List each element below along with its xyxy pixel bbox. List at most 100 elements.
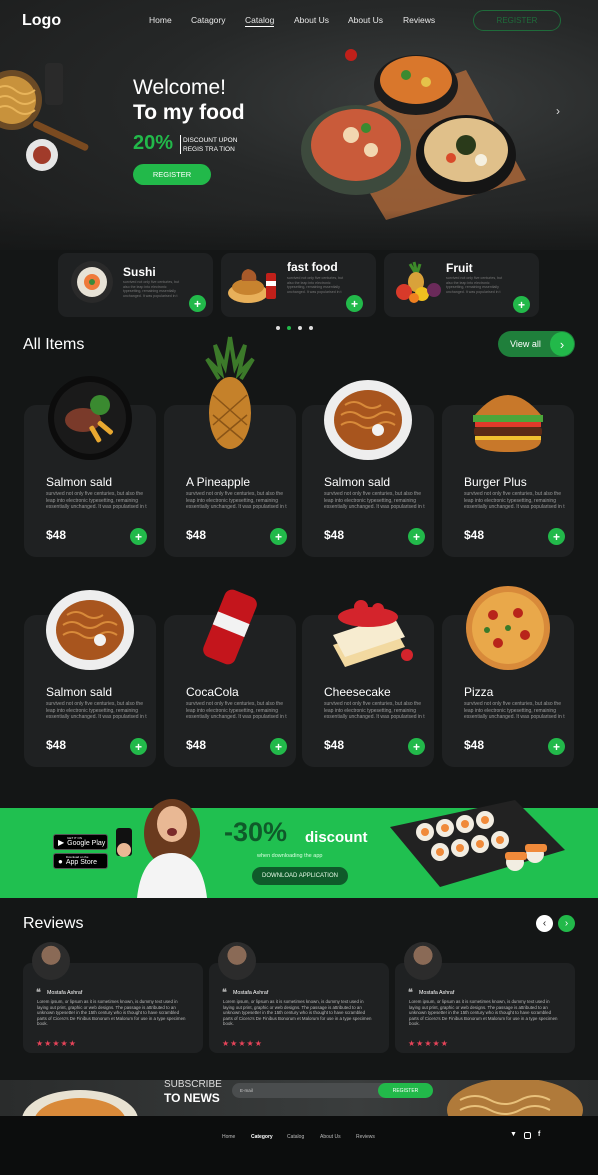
nav-home[interactable]: Home — [149, 15, 172, 25]
google-play-icon: ▶ — [58, 837, 65, 847]
hero-divider — [180, 135, 181, 154]
item-image — [466, 586, 550, 670]
item-desc: survived not only five centuries, but al… — [324, 701, 425, 721]
reviews-next-button[interactable]: › — [558, 915, 575, 932]
avatar — [32, 942, 70, 980]
item-name: Pizza — [464, 685, 494, 699]
add-to-cart-button[interactable]: + — [270, 738, 287, 755]
item-desc: survived not only five centuries, but al… — [464, 701, 565, 721]
newsletter-subscribe: SUBSCRIBE — [164, 1079, 222, 1090]
item-name: Cheesecake — [324, 685, 391, 699]
hero-percent: 20% — [133, 132, 174, 154]
reviewer-name: Mostafa Ashraf — [47, 990, 83, 996]
footer — [0, 1116, 598, 1175]
newsletter-to-news: TO NEWS — [164, 1091, 220, 1105]
carousel-dot-active[interactable] — [287, 326, 291, 330]
item-desc: survived not only five centuries, but al… — [186, 701, 287, 721]
item-card[interactable]: Salmon sald survived not only five centur… — [24, 376, 156, 557]
all-items-title: All Items — [23, 336, 85, 353]
download-app-button[interactable]: DOWNLOAD APPLICATION — [252, 867, 348, 885]
sushi-image — [71, 261, 113, 303]
hero-title: To my food — [133, 101, 245, 124]
google-play-label: Google Play — [67, 840, 106, 847]
item-desc: survived not only five centuries, but al… — [46, 491, 147, 511]
item-card[interactable]: CocaCola survived not only five centuries… — [164, 589, 296, 767]
reviews-prev-button[interactable]: ‹ — [536, 915, 553, 932]
rating-stars: ★★★★★ — [408, 1039, 449, 1048]
hero-register-button[interactable]: REGISTER — [133, 164, 211, 185]
footer-reviews[interactable]: Reviews — [356, 1134, 375, 1140]
fast-food-image — [228, 269, 276, 303]
add-sushi-button[interactable]: + — [189, 295, 206, 312]
item-name: A Pineapple — [186, 475, 251, 489]
sushi-platter-image — [390, 800, 565, 887]
nav-catalog[interactable]: Catalog — [245, 15, 275, 27]
google-play-button[interactable]: ▶ GET IT ON Google Play — [53, 834, 108, 850]
facebook-icon[interactable]: f — [538, 1131, 540, 1138]
item-card[interactable]: Cheesecake survived not only five centuri… — [302, 600, 434, 767]
category-card-fruit[interactable]: Fruit survived not only five centuries, … — [384, 253, 539, 317]
nav-about-us[interactable]: About Us — [294, 15, 329, 25]
add-to-cart-button[interactable]: + — [548, 738, 565, 755]
footer-home[interactable]: Home — [222, 1134, 235, 1140]
nav-reviews[interactable]: Reviews — [403, 15, 435, 25]
add-to-cart-button[interactable]: + — [408, 738, 425, 755]
item-price: $48 — [464, 738, 485, 752]
category-card-fast-food[interactable]: fast food survived not only five centuri… — [221, 253, 376, 317]
add-to-cart-button[interactable]: + — [130, 738, 147, 755]
app-store-button[interactable]: ● Download on the App Store — [53, 853, 108, 869]
add-to-cart-button[interactable]: + — [270, 528, 287, 545]
category-card-sushi[interactable]: Sushi survived not only five centuries, … — [58, 253, 213, 317]
add-to-cart-button[interactable]: + — [548, 528, 565, 545]
footer-about-us[interactable]: About Us — [320, 1134, 341, 1140]
item-name: Salmon sald — [46, 475, 113, 489]
review-card: ❝ Mostafa Ashraf Lorem ipsum, or lipsum as… — [23, 942, 203, 1053]
nav-about-us-2[interactable]: About Us — [348, 15, 383, 25]
promo-percent: -30% — [224, 817, 288, 847]
nav-category[interactable]: Catagory — [191, 15, 226, 25]
item-name: Salmon sald — [324, 475, 391, 489]
category-desc: survived not only five centuries, but al… — [446, 276, 503, 294]
quote-icon: ❝ — [222, 987, 227, 997]
reviews-title: Reviews — [23, 915, 84, 932]
item-card[interactable]: Salmon sald survived not only five centur… — [302, 380, 434, 557]
newsletter-register-button[interactable]: REGISTER — [378, 1083, 433, 1098]
reviewer-name: Mostafa Ashraf — [419, 990, 455, 996]
footer-catalog[interactable]: Catalog — [287, 1134, 304, 1140]
quote-icon: ❝ — [36, 987, 41, 997]
item-price: $48 — [464, 528, 485, 542]
hero-welcome: Welcome! — [133, 76, 226, 99]
category-title: Fruit — [446, 261, 473, 275]
add-to-cart-button[interactable]: + — [408, 528, 425, 545]
review-card: ❝ Mostafa Ashraf Lorem ipsum, or lipsum as… — [209, 942, 389, 1053]
nav-register-button[interactable]: REGISTER — [473, 10, 561, 31]
carousel-dot[interactable] — [276, 326, 280, 330]
item-card[interactable]: Burger Plus survived not only five centur… — [442, 395, 574, 557]
instagram-icon[interactable] — [524, 1132, 531, 1139]
app-store-label: App Store — [65, 859, 97, 866]
item-card[interactable]: Salmon sald survived not only five centur… — [24, 590, 156, 767]
carousel-dot[interactable] — [298, 326, 302, 330]
item-image — [46, 590, 134, 670]
add-fruit-button[interactable]: + — [513, 296, 530, 313]
item-card[interactable]: Pizza survived not only five centuries, b… — [442, 586, 574, 767]
item-price: $48 — [46, 528, 67, 542]
hero-next-arrow-icon[interactable]: › — [556, 104, 560, 118]
quote-icon: ❝ — [408, 987, 413, 997]
item-price: $48 — [324, 738, 345, 752]
logo[interactable]: Logo — [22, 12, 61, 30]
carousel-dot[interactable] — [309, 326, 313, 330]
view-all-button[interactable]: View all › — [498, 331, 575, 357]
woman-with-phone-image — [116, 799, 207, 898]
hero-discount-text: DISCOUNT UPON REGIS TRA TION — [183, 137, 238, 153]
item-card[interactable]: A Pineapple survived not only five centur… — [164, 336, 296, 557]
korean-food-image — [301, 49, 526, 220]
item-price: $48 — [186, 528, 207, 542]
add-to-cart-button[interactable]: + — [130, 528, 147, 545]
footer-category[interactable]: Category — [251, 1134, 273, 1140]
item-name: Salmon sald — [46, 685, 113, 699]
twitter-icon[interactable]: ▼ — [510, 1131, 517, 1138]
item-image — [473, 395, 543, 452]
item-image — [203, 589, 257, 665]
add-fast-food-button[interactable]: + — [346, 295, 363, 312]
